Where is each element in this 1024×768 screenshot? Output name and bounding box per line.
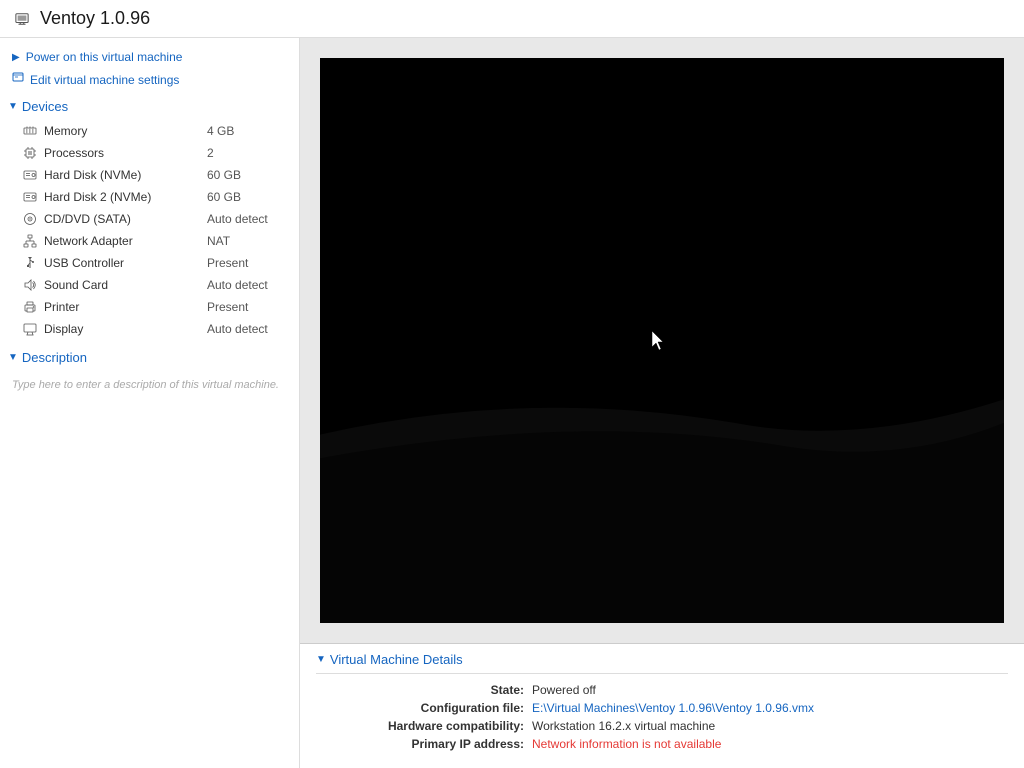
description-placeholder: Type here to enter a description of this… [12,379,279,391]
sound-value: Auto detect [207,278,287,292]
printer-name: Printer [44,300,207,314]
state-label: State: [324,682,524,698]
device-sound[interactable]: Sound Card Auto detect [0,274,299,296]
sound-icon [22,277,38,293]
usb-icon [22,255,38,271]
power-on-action[interactable]: ▶ Power on this virtual machine [0,46,299,68]
state-value: Powered off [532,682,1000,698]
main-content: ▼ Virtual Machine Details State: Powered… [300,38,1024,768]
description-content: Type here to enter a description of this… [0,369,299,401]
details-triangle-icon: ▼ [316,654,326,665]
harddisk2-icon [22,189,38,205]
cdrom-value: Auto detect [207,212,287,226]
display-value: Auto detect [207,322,287,336]
page-title: Ventoy 1.0.96 [40,8,150,29]
device-list: Memory 4 GB [0,118,299,342]
config-label: Configuration file: [324,700,524,716]
usb-name: USB Controller [44,256,207,270]
config-value[interactable]: E:\Virtual Machines\Ventoy 1.0.96\Ventoy… [532,700,1000,716]
sidebar: ▶ Power on this virtual machine Edit vir… [0,38,300,768]
devices-triangle-icon: ▼ [8,101,18,112]
edit-settings-action[interactable]: Edit virtual machine settings [0,68,299,91]
processors-value: 2 [207,146,287,160]
devices-label: Devices [22,99,68,114]
network-name: Network Adapter [44,234,207,248]
description-label: Description [22,350,87,365]
harddisk1-icon [22,167,38,183]
device-network[interactable]: Network Adapter NAT [0,230,299,252]
cdrom-icon [22,211,38,227]
device-memory[interactable]: Memory 4 GB [0,120,299,142]
play-icon: ▶ [12,52,20,63]
ip-label: Primary IP address: [324,736,524,752]
description-triangle-icon: ▼ [8,352,18,363]
display-icon [22,321,38,337]
vm-details-label: Virtual Machine Details [330,652,463,667]
device-usb[interactable]: USB Controller Present [0,252,299,274]
devices-section-header[interactable]: ▼ Devices [0,91,299,118]
hardware-value: Workstation 16.2.x virtual machine [532,718,1000,734]
harddisk1-name: Hard Disk (NVMe) [44,168,207,182]
vm-preview[interactable] [320,58,1004,623]
hardware-label: Hardware compatibility: [324,718,524,734]
edit-icon [12,72,24,87]
power-on-label: Power on this virtual machine [26,50,183,64]
processor-icon [22,145,38,161]
network-value: NAT [207,234,287,248]
vm-details-header[interactable]: ▼ Virtual Machine Details [316,652,1008,674]
display-name: Display [44,322,207,336]
device-printer[interactable]: Printer Present [0,296,299,318]
memory-value: 4 GB [207,124,287,138]
ip-value: Network information is not available [532,736,1000,752]
description-section-header[interactable]: ▼ Description [0,342,299,369]
memory-icon [22,123,38,139]
mouse-cursor [652,331,664,351]
printer-icon [22,299,38,315]
cdrom-name: CD/DVD (SATA) [44,212,207,226]
device-cdrom[interactable]: CD/DVD (SATA) Auto detect [0,208,299,230]
usb-value: Present [207,256,287,270]
memory-name: Memory [44,124,207,138]
vm-details-section: ▼ Virtual Machine Details State: Powered… [300,643,1024,768]
app-window: Ventoy 1.0.96 ▶ Power on this virtual ma… [0,0,1024,768]
harddisk1-value: 60 GB [207,168,287,182]
vm-details-grid: State: Powered off Configuration file: E… [316,682,1008,752]
title-bar: Ventoy 1.0.96 [0,0,1024,38]
processors-name: Processors [44,146,207,160]
device-harddisk2[interactable]: Hard Disk 2 (NVMe) 60 GB [0,186,299,208]
main-layout: ▶ Power on this virtual machine Edit vir… [0,38,1024,768]
device-display[interactable]: Display Auto detect [0,318,299,340]
device-harddisk1[interactable]: Hard Disk (NVMe) 60 GB [0,164,299,186]
network-icon [22,233,38,249]
device-processors[interactable]: Processors 2 [0,142,299,164]
printer-value: Present [207,300,287,314]
edit-settings-label: Edit virtual machine settings [30,73,179,87]
vm-title-icon [12,9,32,29]
harddisk2-value: 60 GB [207,190,287,204]
harddisk2-name: Hard Disk 2 (NVMe) [44,190,207,204]
vm-screen [320,58,1004,623]
sound-name: Sound Card [44,278,207,292]
